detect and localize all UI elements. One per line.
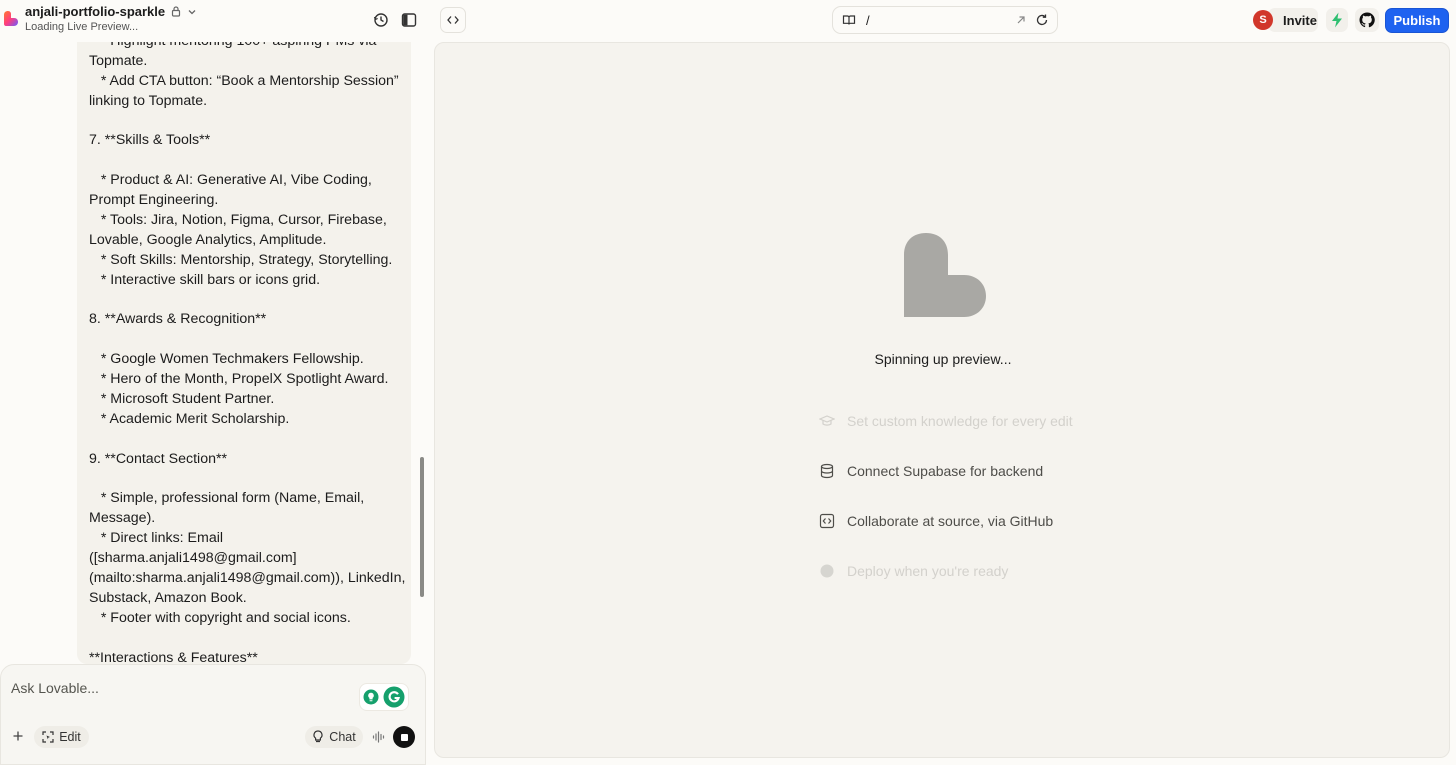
- grammarly-icon: [383, 686, 405, 708]
- tips-list: Set custom knowledge for every edit Conne…: [818, 396, 1118, 596]
- lightbulb-icon: [363, 689, 379, 705]
- sidebar-toggle-icon[interactable]: [400, 11, 418, 29]
- chat-message-text: * Highlight mentoring 100+ aspiring PMs …: [89, 42, 405, 664]
- code-icon: [819, 513, 835, 529]
- chat-line: * Product & AI: Generative AI, Vibe Codi…: [89, 172, 372, 189]
- tip-item: Deploy when you're ready: [818, 546, 1118, 596]
- chat-label: Chat: [329, 730, 356, 744]
- tip-label: Collaborate at source, via GitHub: [847, 513, 1054, 529]
- preview-panel: Spinning up preview... Set custom knowle…: [434, 42, 1450, 758]
- chat-line: * Footer with copyright and social icons…: [89, 609, 351, 626]
- top-bar: anjali-portfolio-sparkle Loading Live Pr…: [0, 0, 1456, 42]
- invite-button[interactable]: Invite: [1268, 8, 1318, 32]
- tip-label: Set custom knowledge for every edit: [847, 413, 1073, 429]
- url-bar[interactable]: /: [832, 6, 1058, 34]
- chat-mode-button[interactable]: Chat: [305, 726, 363, 748]
- reload-icon[interactable]: [1035, 13, 1049, 27]
- chat-line: (mailto:sharma.anjali1498@gmail.com)), L…: [89, 570, 406, 587]
- edit-label: Edit: [59, 730, 81, 744]
- tip-label: Deploy when you're ready: [847, 563, 1009, 579]
- chat-line: [89, 629, 405, 649]
- github-icon[interactable]: [1355, 8, 1379, 32]
- stop-icon: [400, 733, 408, 741]
- chat-input[interactable]: Ask Lovable...: [11, 680, 99, 696]
- lovable-heart-icon: [902, 231, 988, 319]
- chat-composer: Ask Lovable... Edit Chat: [0, 664, 426, 765]
- chat-line: * Hero of the Month, PropelX Spotlight A…: [89, 371, 389, 388]
- code-icon: [447, 16, 459, 24]
- invite-label: Invite: [1283, 12, 1317, 28]
- publish-button[interactable]: Publish: [1385, 8, 1449, 33]
- chat-line: linking to Topmate.: [89, 92, 208, 109]
- add-attachment-button[interactable]: [8, 726, 28, 746]
- chat-line: * Soft Skills: Mentorship, Strategy, Sto…: [89, 251, 393, 268]
- chat-line: 7. **Skills & Tools**: [89, 132, 211, 149]
- chat-line: Lovable, Google Analytics, Amplitude.: [89, 231, 327, 248]
- chat-line: * Highlight mentoring 100+ aspiring PMs …: [89, 42, 405, 52]
- chat-line: **Interactions & Features**: [89, 649, 258, 664]
- book-icon[interactable]: [842, 13, 856, 27]
- bolt-icon[interactable]: [1326, 8, 1348, 32]
- chat-line: 9. **Contact Section**: [89, 450, 228, 467]
- history-icon[interactable]: [372, 11, 390, 29]
- project-status: Loading Live Preview...: [25, 21, 139, 33]
- chat-line: ([sharma.anjali1498@gmail.com]: [89, 550, 297, 567]
- edit-mode-button[interactable]: Edit: [34, 726, 89, 748]
- chat-line: Prompt Engineering.: [89, 192, 219, 209]
- open-external-icon[interactable]: [1014, 13, 1028, 27]
- chat-line: [89, 112, 405, 132]
- stop-button[interactable]: [393, 726, 415, 748]
- chat-line: [89, 291, 405, 311]
- preview-status: Spinning up preview...: [874, 351, 1012, 367]
- chat-line: [89, 470, 405, 490]
- project-name: anjali-portfolio-sparkle: [25, 4, 166, 19]
- chat-line: 8. **Awards & Recognition**: [89, 311, 267, 328]
- chat-line: Topmate.: [89, 52, 148, 69]
- voice-icon[interactable]: [370, 727, 388, 747]
- chat-line: [89, 430, 405, 450]
- tip-item: Connect Supabase for backend: [818, 446, 1118, 496]
- chat-line: Substack, Amazon Book.: [89, 589, 247, 606]
- select-icon: [42, 731, 54, 743]
- chat-line: * Direct links: Email: [89, 530, 224, 547]
- chat-line: * Tools: Jira, Notion, Figma, Cursor, Fi…: [89, 212, 387, 229]
- chat-line: * Add CTA button: “Book a Mentorship Ses…: [89, 72, 399, 89]
- chat-line: Message).: [89, 510, 156, 527]
- database-icon: [819, 463, 835, 479]
- lock-icon: [171, 6, 181, 17]
- tip-item: Collaborate at source, via GitHub: [818, 496, 1118, 546]
- chat-line: * Interactive skill bars or icons grid.: [89, 271, 321, 288]
- lovable-logo-icon[interactable]: [3, 10, 19, 28]
- project-name-menu[interactable]: anjali-portfolio-sparkle: [25, 4, 197, 19]
- lightbulb-icon: [313, 730, 323, 743]
- chat-line: [89, 330, 405, 350]
- chat-line: * Google Women Techmakers Fellowship.: [89, 351, 364, 368]
- chat-message: * Highlight mentoring 100+ aspiring PMs …: [77, 42, 411, 664]
- url-path[interactable]: /: [866, 13, 870, 28]
- plus-icon: [13, 731, 23, 741]
- chat-line: * Simple, professional form (Name, Email…: [89, 490, 365, 507]
- avatar[interactable]: S: [1253, 10, 1273, 30]
- chat-line: * Microsoft Student Partner.: [89, 391, 275, 408]
- chat-line: [89, 151, 405, 171]
- chat-scrollbar[interactable]: [420, 457, 424, 597]
- chevron-down-icon: [187, 7, 197, 17]
- chat-line: * Academic Merit Scholarship.: [89, 410, 290, 427]
- tip-item: Set custom knowledge for every edit: [818, 396, 1118, 446]
- graduation-cap-icon: [819, 413, 835, 429]
- code-view-button[interactable]: [440, 7, 466, 33]
- tip-label: Connect Supabase for backend: [847, 463, 1044, 479]
- globe-icon: [819, 563, 835, 579]
- grammarly-widget[interactable]: [359, 683, 409, 711]
